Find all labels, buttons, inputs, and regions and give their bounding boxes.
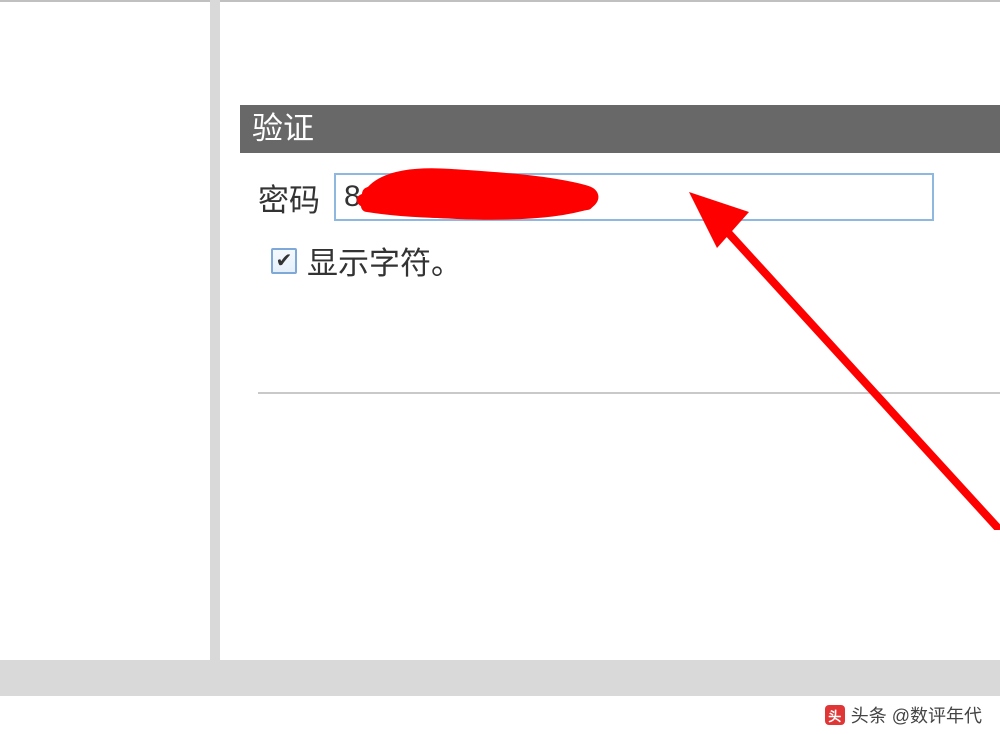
left-panel: [0, 0, 210, 660]
password-field-row: 密码: [258, 173, 934, 221]
main-panel: [220, 0, 1000, 660]
show-characters-row: ✔ 显示字符。: [271, 238, 462, 283]
password-label: 密码: [258, 175, 320, 220]
horizontal-divider: [258, 392, 1000, 394]
show-characters-checkbox[interactable]: ✔: [271, 248, 297, 274]
password-input[interactable]: [334, 173, 934, 221]
bottom-strip: [0, 678, 1000, 696]
section-header-verification: 验证: [240, 105, 1000, 153]
show-characters-label: 显示字符。: [307, 238, 462, 283]
watermark-icon: 头: [825, 705, 845, 725]
watermark: 头 头条 @数评年代: [0, 696, 1000, 734]
watermark-text: 头条 @数评年代: [851, 702, 982, 728]
